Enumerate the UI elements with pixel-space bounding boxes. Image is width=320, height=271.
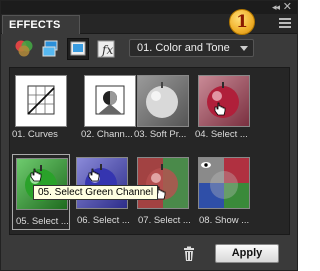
panel-footer: Apply bbox=[1, 239, 297, 270]
effect-item-show[interactable]: 08. Show ... bbox=[195, 154, 253, 226]
effect-item-label: 07. Select ... bbox=[138, 215, 191, 226]
hand-cursor-icon bbox=[214, 102, 226, 116]
effect-item-label: 08. Show ... bbox=[199, 215, 250, 226]
apple-thumbnail-icon bbox=[137, 157, 189, 209]
tab-effects[interactable]: EFFECTS bbox=[2, 15, 80, 34]
effect-item-curves[interactable]: 01. Curves bbox=[12, 72, 70, 142]
hand-cursor-icon bbox=[30, 168, 42, 182]
effect-item-soft-pr[interactable]: 03. Soft Pr... bbox=[134, 72, 192, 142]
effect-tooltip: 05. Select Green Channel bbox=[33, 185, 159, 200]
apple-thumbnail-icon bbox=[76, 157, 128, 209]
close-icon[interactable]: ✕ bbox=[283, 0, 292, 13]
chevron-down-icon bbox=[240, 46, 248, 51]
panel-menu-icon[interactable] bbox=[279, 17, 291, 29]
panel-titlebar: ◂◂ ✕ bbox=[1, 1, 297, 14]
curves-thumbnail-icon bbox=[15, 75, 67, 127]
apple-thumbnail-icon bbox=[198, 75, 250, 127]
effect-item-channel[interactable]: 02. Chann... bbox=[81, 72, 139, 142]
hand-cursor-icon bbox=[88, 168, 100, 182]
effect-item-label: 06. Select ... bbox=[77, 215, 130, 226]
apply-button[interactable]: Apply bbox=[215, 244, 279, 263]
category-select[interactable]: 01. Color and Tone bbox=[129, 39, 254, 57]
text-effects-icon[interactable]: fx bbox=[95, 38, 117, 60]
layer-styles-icon[interactable] bbox=[40, 38, 62, 60]
effects-grid: 01. Curves 02. Chann... 03. Soft Pr... 0… bbox=[9, 67, 290, 235]
apple-thumbnail-icon bbox=[198, 157, 250, 209]
apple-thumbnail-icon bbox=[16, 158, 68, 210]
apple-thumbnail-icon bbox=[137, 75, 189, 127]
trash-icon[interactable] bbox=[181, 246, 197, 262]
effect-item-label: 01. Curves bbox=[12, 129, 58, 140]
collapse-icon[interactable]: ◂◂ bbox=[272, 2, 280, 13]
effect-item-label: 02. Chann... bbox=[81, 129, 133, 140]
effect-item-label: 03. Soft Pr... bbox=[134, 129, 187, 140]
effect-item-label: 05. Select ... bbox=[16, 216, 69, 227]
effect-item-label: 04. Select ... bbox=[195, 129, 248, 140]
filters-icon[interactable] bbox=[13, 38, 35, 60]
category-select-value: 01. Color and Tone bbox=[137, 42, 230, 54]
effects-panel: ◂◂ ✕ EFFECTS fx 01. Color and Tone 1 01.… bbox=[0, 0, 298, 271]
step-number-badge: 1 bbox=[229, 9, 255, 35]
photo-effects-icon[interactable] bbox=[67, 38, 89, 60]
eye-icon bbox=[201, 162, 211, 168]
svg-text:fx: fx bbox=[101, 43, 113, 57]
channel-thumbnail-icon bbox=[84, 75, 136, 127]
